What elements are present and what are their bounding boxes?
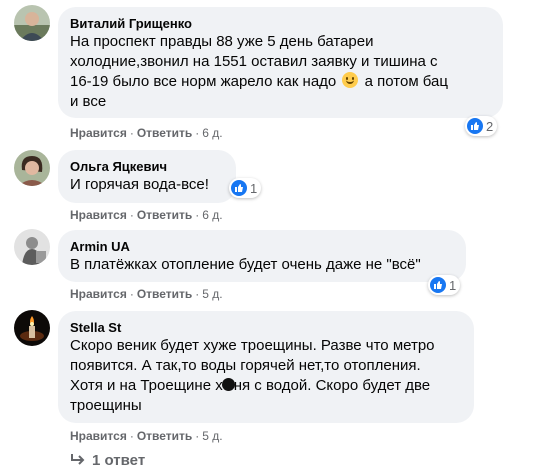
like-button[interactable]: Нравится	[70, 287, 127, 301]
reply-arrow-icon	[71, 454, 85, 465]
avatar[interactable]	[14, 5, 50, 41]
smiling-face-emoji	[342, 72, 359, 88]
avatar[interactable]	[14, 310, 50, 346]
reply-button[interactable]: Ответить	[137, 287, 192, 301]
comment-bubble: Виталий Грищенко На проспект правды 88 у…	[58, 7, 503, 118]
timestamp[interactable]: 6 д.	[202, 126, 222, 140]
thumbs-up-icon	[430, 277, 446, 293]
timestamp[interactable]: 5 д.	[202, 287, 222, 301]
comment-actions: Нравится · Ответить · 6 д.	[70, 126, 223, 140]
reply-button[interactable]: Ответить	[137, 429, 192, 443]
comment-author[interactable]: Armin UA	[70, 238, 454, 255]
comment-author[interactable]: Stella St	[70, 319, 462, 336]
comment-text: В платёжках отопление будет очень даже н…	[70, 256, 421, 273]
reply-button[interactable]: Ответить	[137, 126, 192, 140]
comment-text: И горячая вода-все!	[70, 176, 209, 193]
like-button[interactable]: Нравится	[70, 126, 127, 140]
comment-bubble: Ольга Яцкевич И горячая вода-все!	[58, 150, 236, 203]
timestamp[interactable]: 6 д.	[202, 208, 222, 222]
comment-bubble: Stella St Скоро веник будет хуже троещин…	[58, 311, 474, 423]
comment-actions: Нравится · Ответить · 5 д.	[70, 287, 223, 301]
comment-author[interactable]: Ольга Яцкевич	[70, 158, 224, 175]
reply-button[interactable]: Ответить	[137, 208, 192, 222]
comment-text: Скоро веник будет хуже троещины. Разве ч…	[70, 337, 435, 414]
avatar[interactable]	[14, 229, 50, 265]
reaction-count[interactable]: 1	[428, 275, 461, 295]
like-button[interactable]: Нравится	[70, 429, 127, 443]
comment-actions: Нравится · Ответить · 5 д.	[70, 429, 223, 443]
view-replies-link[interactable]: 1 ответ	[70, 452, 145, 469]
comment-author[interactable]: Виталий Грищенко	[70, 15, 491, 32]
thumbs-up-icon	[467, 118, 483, 134]
thumbs-up-icon	[231, 180, 247, 196]
comment-text: На проспект правды 88 уже 5 день батареи…	[70, 33, 448, 110]
timestamp[interactable]: 5 д.	[202, 429, 222, 443]
like-button[interactable]: Нравится	[70, 208, 127, 222]
reaction-count[interactable]: 2	[465, 116, 498, 136]
reaction-count[interactable]: 1	[229, 178, 262, 198]
comment-bubble: Armin UA В платёжках отопление будет оче…	[58, 230, 466, 282]
comment-actions: Нравится · Ответить · 6 д.	[70, 208, 223, 222]
avatar[interactable]	[14, 150, 50, 186]
